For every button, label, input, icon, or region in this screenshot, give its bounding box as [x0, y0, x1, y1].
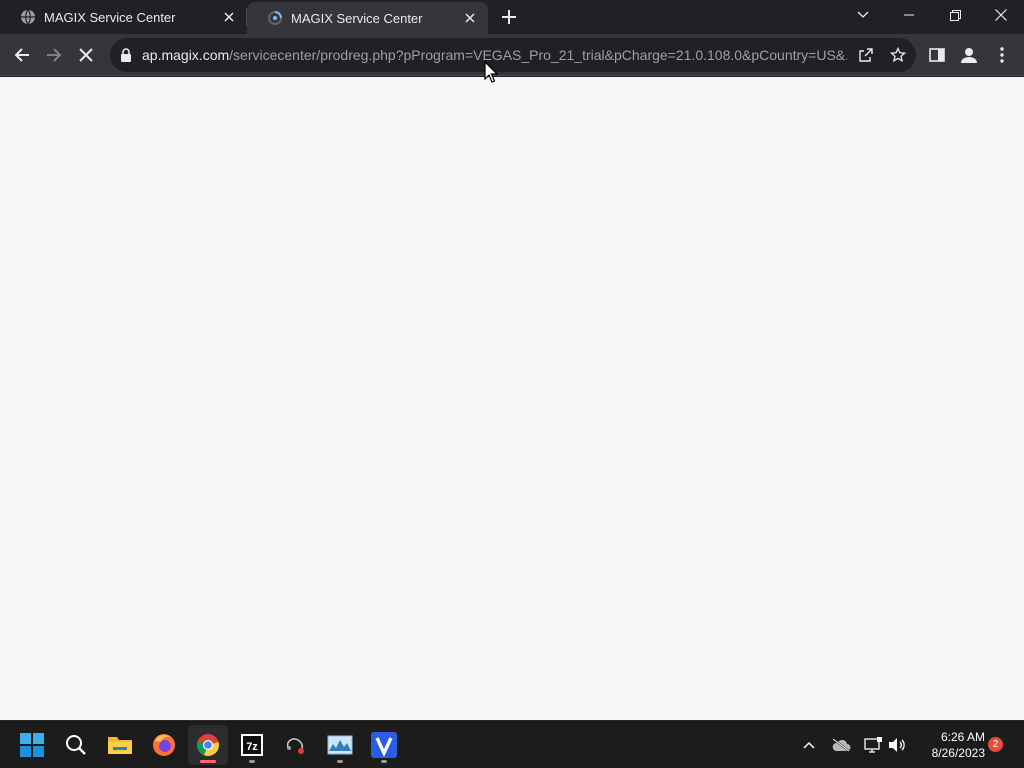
plus-icon [502, 10, 516, 24]
stop-loading-button[interactable] [70, 39, 102, 71]
search-icon [66, 735, 86, 755]
tab-strip: MAGIX Service Center MAGIX Service Cente… [0, 0, 1024, 34]
minimize-button[interactable] [886, 0, 932, 30]
running-app-indicator [337, 760, 343, 763]
clock-time: 6:26 AM [940, 730, 985, 744]
active-app-indicator [200, 760, 216, 763]
taskbar-vegas[interactable] [364, 725, 404, 765]
notification-badge[interactable]: 2 [988, 737, 1003, 752]
tab-magix-service-center-1[interactable]: MAGIX Service Center [0, 0, 247, 34]
forward-arrow-icon [47, 48, 62, 62]
kebab-menu-icon [1000, 47, 1004, 63]
bookmark-button[interactable] [886, 43, 910, 67]
browser-toolbar: ap.magix.com/servicecenter/prodreg.php?p… [0, 34, 1024, 76]
file-explorer-icon [108, 737, 132, 754]
taskbar-7zip[interactable]: 7z [232, 725, 272, 765]
running-app-indicator [381, 760, 387, 763]
stop-loading-icon [79, 48, 93, 62]
start-button[interactable] [12, 725, 52, 765]
side-panel-button[interactable] [921, 39, 953, 71]
tab-title: MAGIX Service Center [291, 10, 423, 26]
loading-spinner-icon [268, 11, 282, 25]
vegas-icon [371, 732, 397, 758]
page-content [0, 77, 1024, 720]
minimize-icon [904, 14, 914, 16]
side-panel-icon [929, 48, 945, 62]
clock-date: 8/26/2023 [931, 746, 985, 760]
tab-title: MAGIX Service Center [44, 9, 176, 25]
back-arrow-icon [14, 48, 29, 62]
windows-taskbar: 7z 6:26 AM 8/26/2023 2 [0, 720, 1024, 768]
taskbar-search-button[interactable] [56, 725, 96, 765]
taskbar-firefox[interactable] [144, 725, 184, 765]
app-icon [286, 738, 304, 754]
taskbar-chrome[interactable] [188, 725, 228, 765]
profile-icon [961, 48, 977, 63]
volume-tray[interactable] [885, 733, 909, 757]
network-icon [864, 737, 882, 753]
taskbar-app[interactable] [276, 725, 316, 765]
onedrive-tray[interactable] [829, 733, 853, 757]
star-icon [890, 47, 906, 63]
back-button[interactable] [6, 39, 38, 71]
address-bar[interactable]: ap.magix.com/servicecenter/prodreg.php?p… [110, 38, 916, 72]
running-app-indicator [249, 760, 255, 763]
firefox-icon [153, 734, 175, 756]
chrome-icon [196, 734, 219, 757]
network-tray[interactable] [861, 733, 885, 757]
system-clock[interactable]: 6:26 AM 8/26/2023 [913, 729, 985, 761]
chevron-up-icon [803, 741, 815, 749]
globe-icon [21, 9, 35, 25]
7zip-icon: 7z [241, 734, 263, 756]
show-hidden-icons-button[interactable] [797, 733, 821, 757]
share-icon [859, 48, 873, 62]
volume-icon [889, 738, 905, 752]
profile-button[interactable] [953, 39, 985, 71]
restore-button[interactable] [932, 0, 978, 30]
tab-magix-service-center-2[interactable]: MAGIX Service Center [247, 2, 488, 34]
new-tab-button[interactable] [496, 5, 522, 29]
browser-menu-button[interactable] [986, 39, 1018, 71]
cloud-offline-icon [832, 738, 851, 752]
close-icon [995, 9, 1007, 21]
tab-search-button[interactable] [840, 0, 886, 30]
windows-start-icon [20, 733, 44, 757]
svg-text:7z: 7z [246, 741, 258, 753]
url-host: ap.magix.com [142, 47, 230, 63]
share-button[interactable] [854, 43, 878, 67]
lock-icon[interactable] [120, 48, 132, 62]
close-tab-icon[interactable] [460, 8, 480, 28]
url-path: /servicecenter/prodreg.php?pProgram=VEGA… [229, 47, 847, 63]
restore-icon [949, 9, 961, 21]
taskbar-file-explorer[interactable] [100, 725, 140, 765]
chevron-down-icon [857, 11, 869, 18]
close-tab-icon[interactable] [219, 7, 239, 27]
forward-button[interactable] [38, 39, 70, 71]
monitor-app-icon [327, 735, 353, 755]
close-window-button[interactable] [978, 0, 1024, 30]
taskbar-monitor-app[interactable] [320, 725, 360, 765]
mouse-cursor-icon [484, 61, 498, 83]
